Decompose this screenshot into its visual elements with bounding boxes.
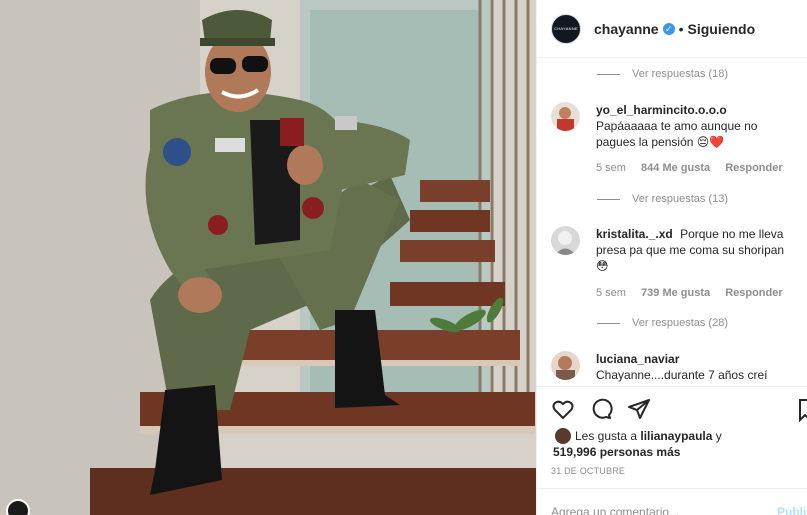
comment-reply-button[interactable]: Responder (725, 287, 782, 299)
liked-by-prefix: Les gusta a (575, 429, 641, 443)
comment-username[interactable]: kristalita._.xd (596, 227, 673, 241)
view-replies-button[interactable]: Ver respuestas (28) (597, 317, 728, 329)
action-icons-row (551, 397, 651, 421)
comment-reply-button[interactable]: Responder (725, 162, 782, 174)
add-comment-bar: Agrega un comentario... Publicar (537, 488, 807, 515)
commenter-avatar[interactable] (551, 102, 580, 131)
view-replies-button[interactable]: Ver respuestas (13) (597, 193, 728, 205)
liked-by-user[interactable]: lilianaypaula (640, 429, 712, 443)
following-button[interactable]: Siguiendo (688, 21, 756, 37)
comment-body: kristalita._.xd Porque no me lleva presa… (596, 226, 792, 274)
comment-text: Papáaaaaa te amo aunque no pagues la pen… (596, 119, 758, 149)
commenter-avatar[interactable] (551, 226, 580, 255)
view-replies-label: Ver respuestas (13) (632, 193, 728, 205)
header-separator: • (678, 20, 684, 37)
post-image (0, 0, 536, 515)
view-replies-label: Ver respuestas (28) (632, 317, 728, 329)
comment-body: yo_el_harmincito.o.o.o Papáaaaaa te amo … (596, 102, 792, 150)
comment-text: Chayanne....durante 7 años creí (596, 368, 768, 382)
liked-by-text: Les gusta a lilianaypaula y (575, 428, 722, 444)
post-side-panel: CHAYANNE chayanne ✓ • Siguiendo Ver resp… (536, 0, 807, 515)
comment-username[interactable]: yo_el_harmincito.o.o.o (596, 103, 727, 117)
comment-body: luciana_naviar Chayanne....durante 7 año… (596, 351, 792, 383)
post-header: CHAYANNE chayanne ✓ • Siguiendo (537, 0, 807, 58)
commenter-avatar[interactable] (551, 351, 580, 380)
view-replies-label: Ver respuestas (18) (632, 68, 728, 80)
post-photo[interactable] (0, 0, 536, 515)
post-date[interactable]: 31 DE OCTUBRE (551, 466, 625, 476)
author-avatar[interactable]: CHAYANNE (551, 13, 581, 44)
comment-icon[interactable] (589, 397, 613, 421)
comment-input[interactable]: Agrega un comentario... (551, 505, 679, 515)
comment-time: 5 sem (596, 162, 626, 174)
replies-divider-line (597, 73, 620, 75)
share-icon[interactable] (627, 397, 651, 421)
view-replies-button[interactable]: Ver respuestas (18) (597, 68, 728, 80)
comment-meta: 5 sem 844 Me gusta Responder (596, 162, 795, 174)
liker-avatar[interactable] (555, 428, 571, 444)
comment-meta: 5 sem 739 Me gusta Responder (596, 287, 795, 299)
replies-divider-line (597, 198, 620, 200)
comment-time: 5 sem (596, 287, 626, 299)
replies-divider-line (597, 322, 620, 324)
bookmark-icon[interactable] (799, 398, 807, 427)
author-username[interactable]: chayanne (594, 21, 659, 37)
heart-icon[interactable] (551, 397, 575, 421)
publish-button[interactable]: Publicar (777, 505, 807, 515)
liked-by-suffix: y (712, 429, 722, 443)
likes-count[interactable]: 519,996 personas más (553, 444, 680, 460)
comment-likes[interactable]: 739 Me gusta (641, 287, 710, 299)
comment-username[interactable]: luciana_naviar (596, 352, 679, 366)
comments-list[interactable]: Ver respuestas (18) yo_el_harmincito.o.o… (537, 58, 807, 386)
verified-badge-icon: ✓ (662, 22, 675, 35)
comment-likes[interactable]: 844 Me gusta (641, 162, 710, 174)
